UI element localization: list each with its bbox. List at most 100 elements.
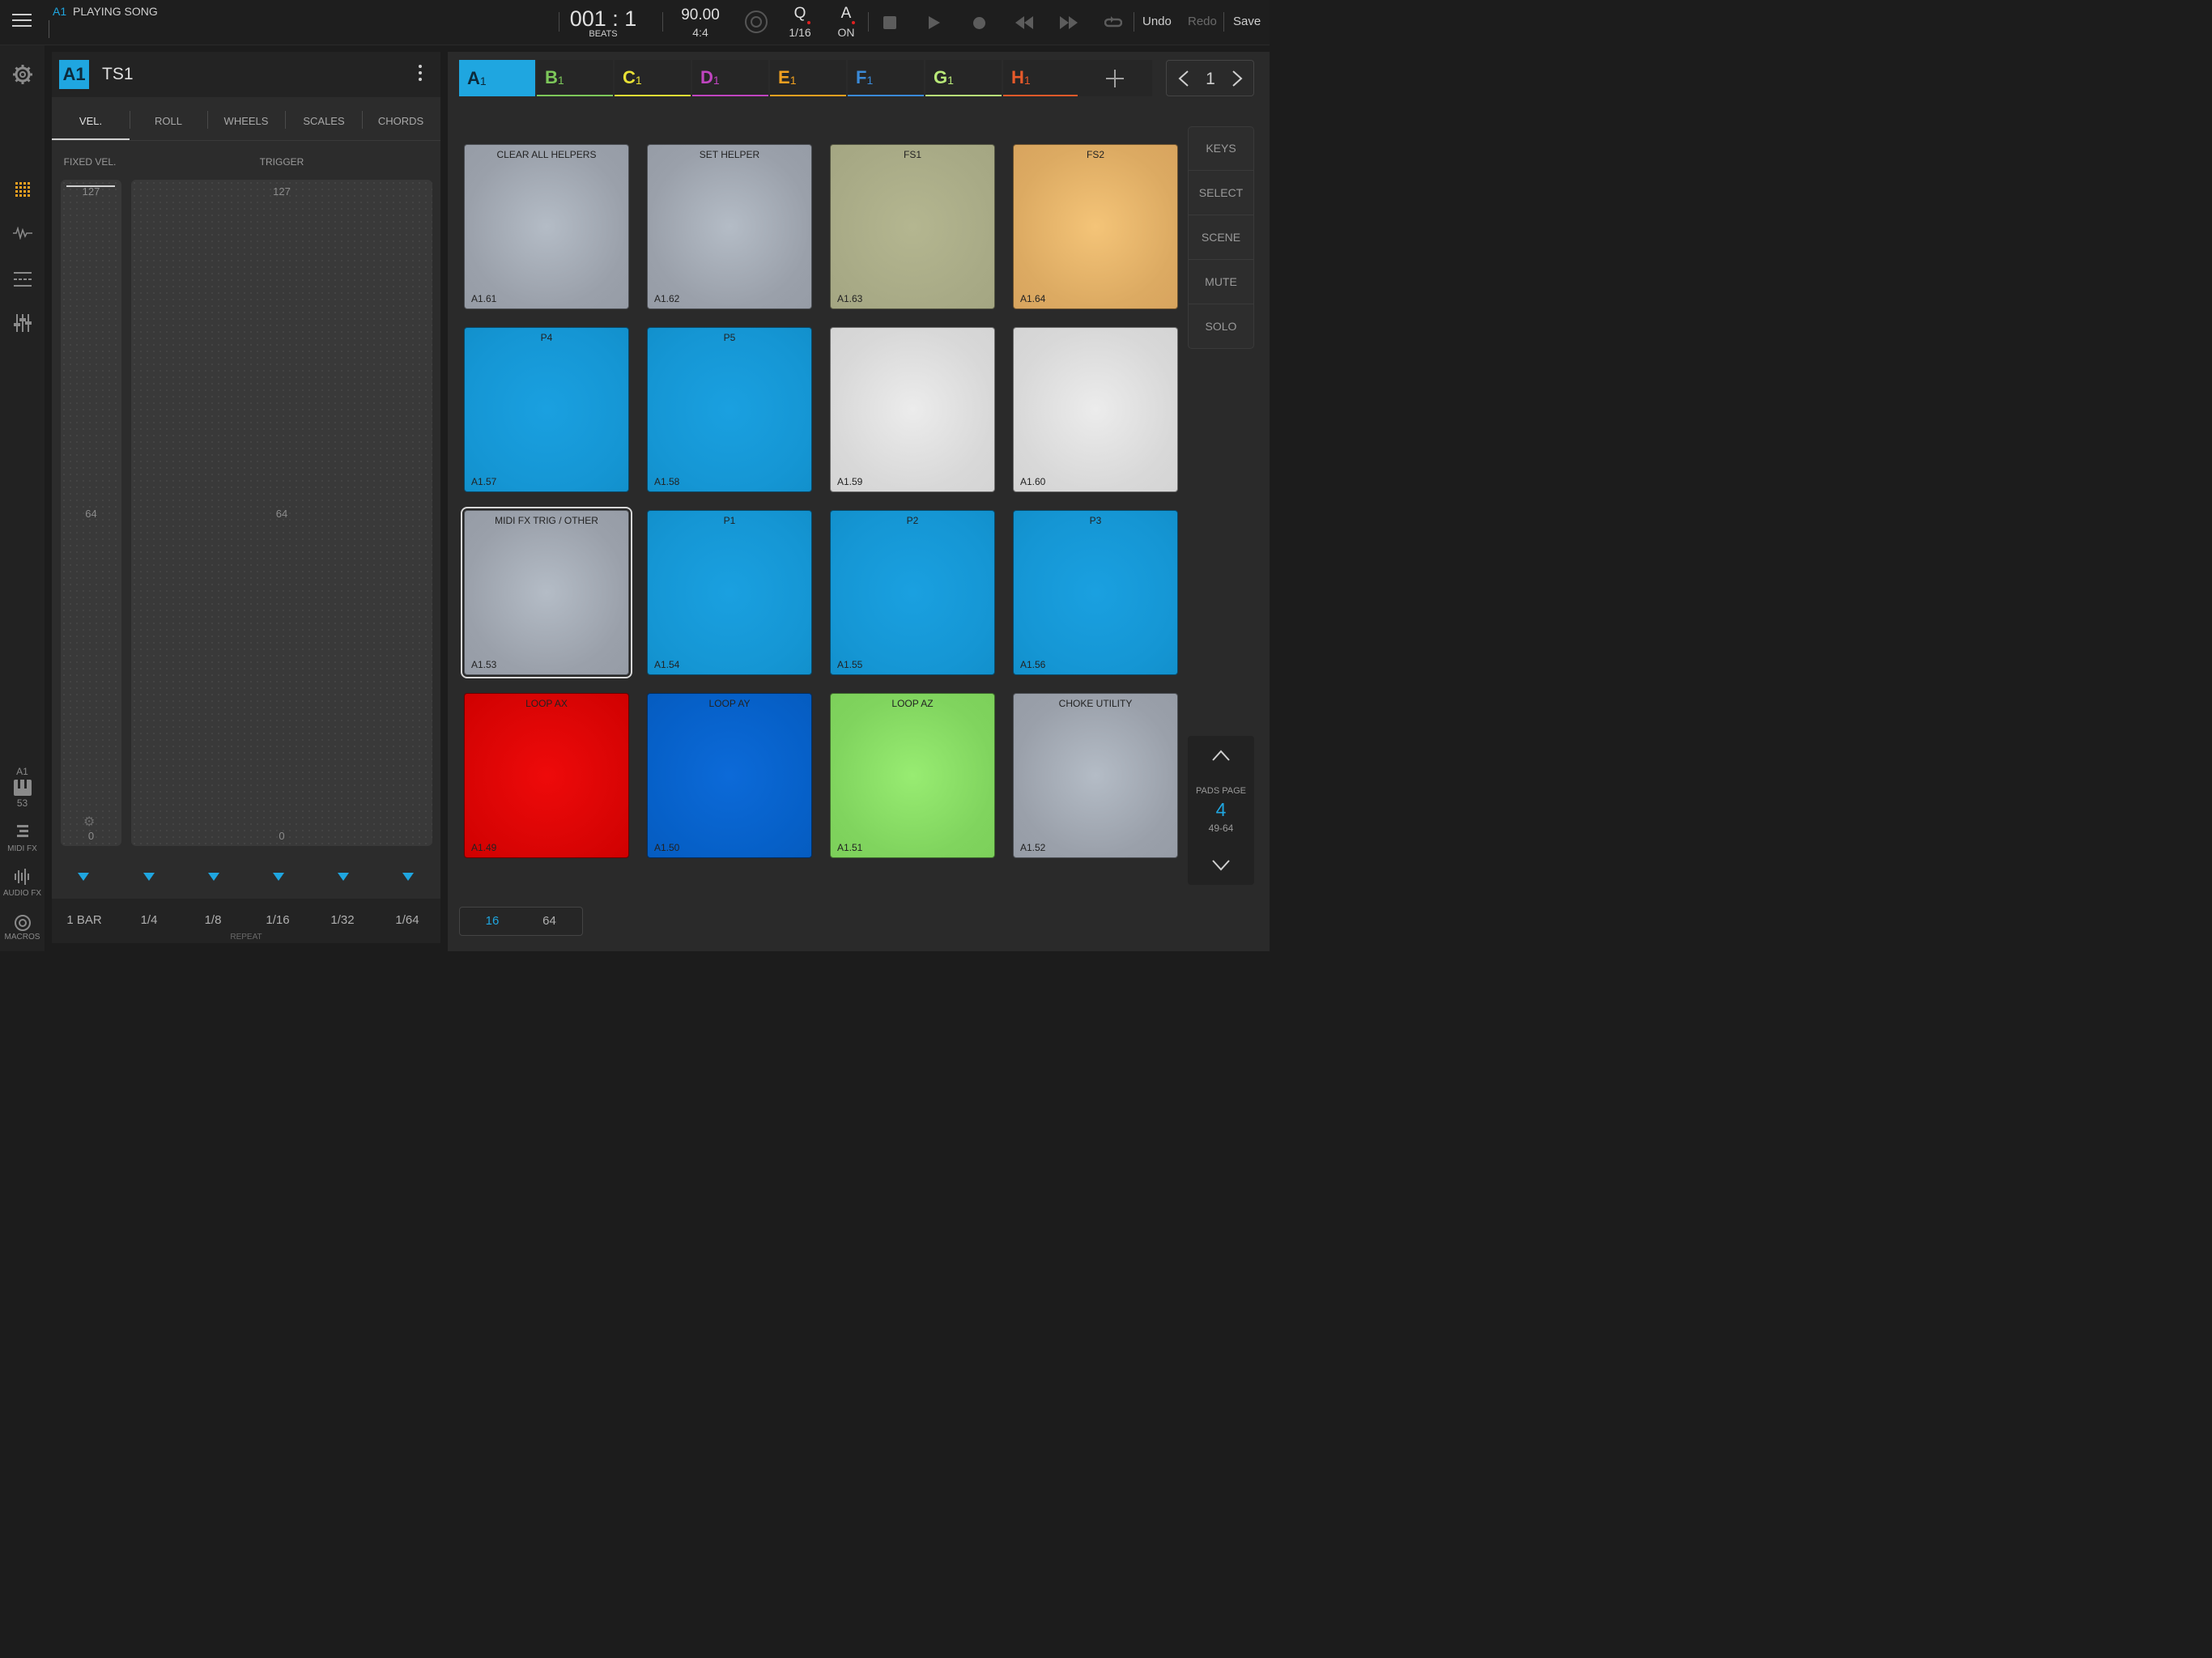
- left-navigation: A1 53 MIDI FX AUDIO FX MACROS: [0, 45, 45, 951]
- select-button[interactable]: SELECT: [1189, 171, 1253, 215]
- trigger-min: 0: [279, 830, 285, 842]
- pad[interactable]: CHOKE UTILITY A1.52: [1013, 693, 1178, 858]
- redo-button[interactable]: Redo: [1188, 15, 1217, 28]
- macros-knob-icon[interactable]: [14, 914, 32, 932]
- tab-roll[interactable]: ROLL: [130, 101, 207, 140]
- midi-fx-icon[interactable]: [17, 824, 28, 840]
- repeat-rate-1-64[interactable]: 1/64: [375, 913, 440, 927]
- pad[interactable]: FS2 A1.64: [1013, 144, 1178, 309]
- pads-page-range: 49-64: [1208, 823, 1234, 834]
- gear-icon[interactable]: ⚙: [83, 814, 95, 830]
- pad[interactable]: A1.60: [1013, 327, 1178, 492]
- keyboard-icon[interactable]: [14, 780, 32, 796]
- record-icon[interactable]: [973, 17, 985, 29]
- metronome-icon[interactable]: [745, 11, 768, 33]
- menu-icon[interactable]: [12, 10, 32, 31]
- pad-id: A1.56: [1020, 659, 1046, 670]
- repeat-rate-1-4[interactable]: 1/4: [117, 913, 181, 927]
- tab-velocity[interactable]: VEL.: [52, 101, 130, 140]
- track-number: 1: [635, 73, 642, 87]
- pad[interactable]: SET HELPER A1.62: [647, 144, 812, 309]
- pad[interactable]: LOOP AX A1.49: [464, 693, 629, 858]
- scene-button[interactable]: SCENE: [1189, 215, 1253, 260]
- play-icon[interactable]: [928, 15, 941, 30]
- track-tab-h[interactable]: H1: [1003, 60, 1079, 96]
- automation-button[interactable]: A ON: [830, 5, 862, 39]
- solo-button[interactable]: SOLO: [1189, 304, 1253, 348]
- chevron-left-icon[interactable]: [1178, 70, 1189, 87]
- pad[interactable]: CLEAR ALL HELPERS A1.61: [464, 144, 629, 309]
- track-tab-b[interactable]: B1: [537, 60, 613, 96]
- tempo-display[interactable]: 90.00 4:4: [672, 6, 729, 39]
- audio-fx-icon[interactable]: [14, 869, 32, 885]
- pad[interactable]: LOOP AY A1.50: [647, 693, 812, 858]
- stop-icon[interactable]: [883, 16, 896, 29]
- rewind-icon[interactable]: [1015, 16, 1033, 29]
- track-tab-g[interactable]: G1: [925, 60, 1002, 96]
- repeat-rate-1-8[interactable]: 1/8: [181, 913, 245, 927]
- mixer-icon[interactable]: [14, 314, 32, 332]
- repeat-arrow-icon[interactable]: [78, 873, 89, 881]
- repeat-rate-1-32[interactable]: 1/32: [310, 913, 375, 927]
- pads-view-icon[interactable]: [15, 182, 30, 197]
- repeat-arrow-icon[interactable]: [143, 873, 155, 881]
- pad[interactable]: FS1 A1.63: [830, 144, 995, 309]
- pad[interactable]: P5 A1.58: [647, 327, 812, 492]
- pad-count-16[interactable]: 16: [460, 914, 525, 928]
- keys-button[interactable]: KEYS: [1189, 126, 1253, 171]
- pad-label: CLEAR ALL HELPERS: [496, 149, 597, 160]
- pad-id: A1.49: [471, 842, 497, 853]
- pad[interactable]: LOOP AZ A1.51: [830, 693, 995, 858]
- sequencer-icon[interactable]: [14, 271, 32, 287]
- pad-id: A1.52: [1020, 842, 1046, 853]
- track-tab-d[interactable]: D1: [692, 60, 768, 96]
- repeat-arrow-icon[interactable]: [208, 873, 219, 881]
- chevron-right-icon[interactable]: [1231, 70, 1243, 87]
- automation-value: ON: [837, 26, 855, 39]
- track-letter: C: [623, 66, 636, 87]
- bank-pager: 1: [1166, 60, 1254, 96]
- loop-icon[interactable]: [1104, 15, 1122, 31]
- song-position[interactable]: 001 : 1 BEATS: [567, 6, 640, 39]
- pad[interactable]: A1.59: [830, 327, 995, 492]
- pad-id: A1.50: [654, 842, 680, 853]
- fast-forward-icon[interactable]: [1060, 16, 1078, 29]
- pad-count-64[interactable]: 64: [519, 914, 580, 928]
- nav-midi-fx[interactable]: MIDI FX: [0, 844, 45, 853]
- instrument-name[interactable]: TS1: [102, 65, 134, 84]
- track-tab-c[interactable]: C1: [615, 60, 691, 96]
- pad-label: LOOP AY: [708, 698, 751, 709]
- pad[interactable]: P4 A1.57: [464, 327, 629, 492]
- undo-button[interactable]: Undo: [1142, 15, 1172, 28]
- tab-wheels[interactable]: WHEELS: [207, 101, 285, 140]
- more-options-icon[interactable]: [419, 65, 422, 81]
- tab-chords[interactable]: CHORDS: [362, 101, 440, 140]
- pad[interactable]: P2 A1.55: [830, 510, 995, 675]
- chevron-down-icon[interactable]: [1212, 860, 1230, 871]
- tab-scales[interactable]: SCALES: [285, 101, 363, 140]
- repeat-rate-1-16[interactable]: 1/16: [245, 913, 310, 927]
- waveform-icon[interactable]: [13, 227, 32, 240]
- track-tab-f[interactable]: F1: [848, 60, 924, 96]
- divider: [868, 12, 869, 32]
- repeat-arrow-icon[interactable]: [273, 873, 284, 881]
- track-tab-e[interactable]: E1: [770, 60, 846, 96]
- tempo-value: 90.00: [681, 6, 720, 23]
- pad[interactable]: MIDI FX TRIG / OTHER A1.53: [461, 507, 632, 678]
- nav-macros[interactable]: MACROS: [0, 933, 45, 942]
- quantize-button[interactable]: Q 1/16: [784, 5, 816, 39]
- position-value: 001 : 1: [569, 6, 637, 31]
- settings-gear-icon[interactable]: [12, 64, 33, 85]
- repeat-arrow-icon[interactable]: [402, 873, 414, 881]
- chevron-up-icon[interactable]: [1212, 750, 1230, 761]
- repeat-arrow-icon[interactable]: [338, 873, 349, 881]
- pad[interactable]: P1 A1.54: [647, 510, 812, 675]
- add-track-button[interactable]: [1078, 60, 1152, 96]
- pad-label: MIDI FX TRIG / OTHER: [495, 515, 598, 526]
- track-tab-a[interactable]: A1: [459, 60, 535, 96]
- repeat-rate-1-bar[interactable]: 1 BAR: [52, 913, 117, 927]
- mute-button[interactable]: MUTE: [1189, 260, 1253, 304]
- nav-audio-fx[interactable]: AUDIO FX: [0, 889, 45, 898]
- pad[interactable]: P3 A1.56: [1013, 510, 1178, 675]
- save-button[interactable]: Save: [1233, 15, 1261, 28]
